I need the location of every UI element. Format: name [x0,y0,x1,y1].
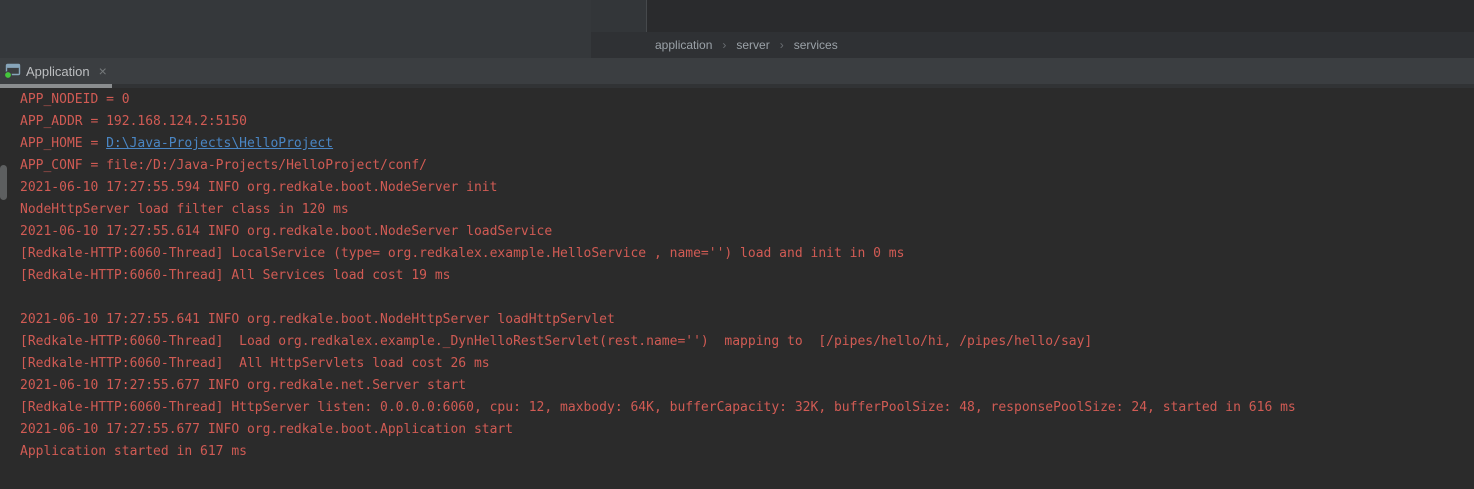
console-line: APP_CONF = file:/D:/Java-Projects/HelloP… [20,155,1474,177]
console-line: NodeHttpServer load filter class in 120 … [20,199,1474,221]
breadcrumb-item-services[interactable]: services [788,38,844,52]
console-line: 2021-06-10 17:27:55.677 INFO org.redkale… [20,419,1474,441]
console-line: 2021-06-10 17:27:55.594 INFO org.redkale… [20,177,1474,199]
breadcrumb-separator-icon: › [776,38,788,52]
console-lines: APP_NODEID = 0 APP_ADDR = 192.168.124.2:5… [20,89,1474,463]
console-line: APP_NODEID = 0 [20,89,1474,111]
log-text: APP_CONF = file:/D:/Java-Projects/HelloP… [20,158,427,173]
log-text: 2021-06-10 17:27:55.677 INFO org.redkale… [20,422,513,437]
editor-top-strip [591,0,1474,32]
tab-application[interactable]: Application × [0,58,113,84]
console-line: 2021-06-10 17:27:55.641 INFO org.redkale… [20,309,1474,331]
console-line: Application started in 617 ms [20,441,1474,463]
editor-pane-right: application›server›services [591,0,1474,58]
ide-root: application›server›services Application … [0,0,1474,489]
breadcrumb-separator-icon: › [718,38,730,52]
editor-pane-left [0,0,591,58]
log-text: Application started in 617 ms [20,444,247,459]
breadcrumb-item-application[interactable]: application [649,38,718,52]
console-output: APP_NODEID = 0 APP_ADDR = 192.168.124.2:5… [0,88,1474,489]
console-line: [Redkale-HTTP:6060-Thread] HttpServer li… [20,397,1474,419]
log-text: 2021-06-10 17:27:55.641 INFO org.redkale… [20,312,615,327]
run-console-icon [3,63,21,79]
editor-area: application›server›services [0,0,1474,58]
breadcrumb-item-server[interactable]: server [730,38,775,52]
console-line: 2021-06-10 17:27:55.614 INFO org.redkale… [20,221,1474,243]
console-line [20,287,1474,309]
log-text: APP_NODEID = 0 [20,92,130,107]
console-line: [Redkale-HTTP:6060-Thread] LocalService … [20,243,1474,265]
log-text: [Redkale-HTTP:6060-Thread] All HttpServl… [20,356,490,371]
close-icon[interactable]: × [99,64,107,78]
console-tab-bar: Application × [0,58,1474,84]
console-line: 2021-06-10 17:27:55.677 INFO org.redkale… [20,375,1474,397]
console-line: APP_ADDR = 192.168.124.2:5150 [20,111,1474,133]
console-line: [Redkale-HTTP:6060-Thread] Load org.redk… [20,331,1474,353]
log-text: [Redkale-HTTP:6060-Thread] Load org.redk… [20,334,1092,349]
tab-label: Application [26,64,90,79]
console-line: APP_HOME = D:\Java-Projects\HelloProject [20,133,1474,155]
log-text: APP_HOME = [20,136,106,151]
log-text: NodeHttpServer load filter class in 120 … [20,202,349,217]
console-line: [Redkale-HTTP:6060-Thread] All Services … [20,265,1474,287]
file-path-link[interactable]: D:\Java-Projects\HelloProject [106,136,333,151]
log-text: [Redkale-HTTP:6060-Thread] All Services … [20,268,450,283]
breadcrumb: application›server›services [591,32,1474,58]
log-text: [Redkale-HTTP:6060-Thread] LocalService … [20,246,904,261]
console-line: [Redkale-HTTP:6060-Thread] All HttpServl… [20,353,1474,375]
log-text: APP_ADDR = 192.168.124.2:5150 [20,114,247,129]
log-text: 2021-06-10 17:27:55.614 INFO org.redkale… [20,224,552,239]
left-scrollbar-thumb[interactable] [0,165,7,200]
log-text: 2021-06-10 17:27:55.677 INFO org.redkale… [20,378,466,393]
editor-gutter-column [591,0,647,32]
log-text: 2021-06-10 17:27:55.594 INFO org.redkale… [20,180,497,195]
log-text: [Redkale-HTTP:6060-Thread] HttpServer li… [20,400,1296,415]
